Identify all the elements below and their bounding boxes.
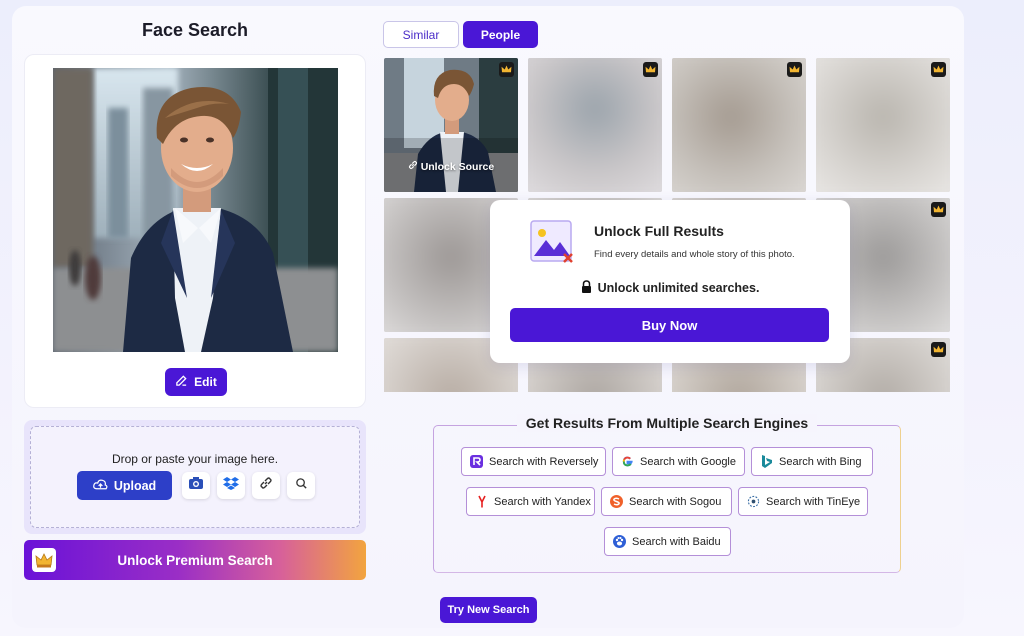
search-engines-title: Get Results From Multiple Search Engines (517, 414, 817, 432)
unlock-premium-button[interactable]: Unlock Premium Search (24, 540, 366, 580)
uploaded-photo (53, 68, 338, 352)
search-google-button[interactable]: Search with Google (612, 447, 745, 476)
search-baidu-button[interactable]: Search with Baidu (604, 527, 731, 556)
page-title: Face Search (141, 20, 249, 40)
unlock-limit-text: Unlock unlimited searches. (597, 281, 760, 295)
camera-button[interactable] (182, 472, 210, 499)
search-reversely-button[interactable]: Search with Reversely (461, 447, 606, 476)
crown-badge-icon (931, 202, 946, 217)
crown-badge-icon (787, 62, 802, 77)
dropbox-button[interactable] (217, 472, 245, 499)
lock-icon (581, 280, 592, 296)
unlock-source-label[interactable]: Unlock Source (384, 160, 518, 173)
cloud-upload-icon (92, 478, 108, 494)
search-sogou-button[interactable]: Search with Sogou (601, 487, 732, 516)
link-button[interactable] (252, 472, 280, 499)
tab-similar[interactable]: Similar (383, 21, 459, 48)
drop-zone[interactable]: Drop or paste your image here. Upload (30, 426, 360, 528)
link-icon (259, 476, 273, 495)
crown-badge-icon (499, 62, 514, 77)
search-bing-button[interactable]: Search with Bing (751, 447, 873, 476)
edit-label: Edit (194, 375, 217, 389)
upload-label: Upload (113, 478, 157, 493)
tab-people[interactable]: People (463, 21, 538, 48)
reversely-icon (470, 455, 483, 468)
edit-icon (175, 374, 188, 390)
photo-card: Edit (24, 54, 366, 408)
upload-button[interactable]: Upload (77, 471, 172, 500)
unlock-title: Unlock Full Results (594, 223, 724, 239)
crown-badge-icon (931, 62, 946, 77)
dropbox-icon (223, 476, 239, 495)
crown-badge-icon (643, 62, 658, 77)
search-tineye-button[interactable]: Search with TinEye (738, 487, 868, 516)
yandex-icon (475, 495, 488, 508)
premium-label: Unlock Premium Search (117, 552, 273, 568)
camera-icon (188, 476, 204, 495)
crown-icon (32, 548, 56, 572)
unlock-results-card: Unlock Full Results Find every details a… (490, 200, 850, 363)
crown-badge-icon (931, 342, 946, 357)
google-icon (621, 455, 634, 468)
drop-text: Drop or paste your image here. (111, 452, 279, 466)
bing-icon (760, 454, 773, 468)
search-yandex-button[interactable]: Search with Yandex (466, 487, 595, 516)
sogou-icon (610, 495, 623, 508)
broken-image-icon (530, 220, 576, 271)
result-tile-locked[interactable] (816, 58, 950, 192)
baidu-icon (613, 535, 626, 548)
upload-area: Drop or paste your image here. Upload (24, 420, 366, 534)
search-button[interactable] (287, 472, 315, 499)
edit-button[interactable]: Edit (165, 368, 227, 396)
tineye-icon (747, 495, 760, 508)
link-icon (408, 160, 421, 173)
unlock-limit: Unlock unlimited searches. (490, 280, 850, 296)
search-icon (295, 477, 308, 495)
result-tile-locked[interactable] (528, 58, 662, 192)
unlock-subtitle: Find every details and whole story of th… (594, 249, 795, 260)
buy-now-button[interactable]: Buy Now (510, 308, 829, 342)
try-new-search-button[interactable]: Try New Search (440, 597, 537, 623)
result-tile-locked[interactable] (672, 58, 806, 192)
result-tile-source[interactable]: Unlock Source (384, 58, 518, 192)
